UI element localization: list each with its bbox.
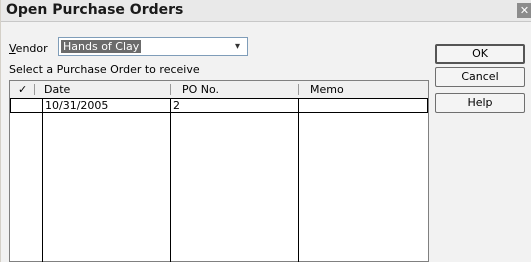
instruction-label: Select a Purchase Order to receive: [9, 63, 200, 76]
vendor-dropdown[interactable]: Hands of Clay ▾: [58, 37, 248, 56]
column-grid-line: [42, 98, 43, 262]
column-divider: [298, 84, 299, 95]
column-divider: [34, 84, 35, 95]
column-divider: [170, 84, 171, 95]
memo-column-header[interactable]: Memo: [310, 81, 344, 98]
column-grid-line: [298, 98, 299, 262]
po-number-column-header[interactable]: PO No.: [182, 81, 219, 98]
window-title: Open Purchase Orders: [6, 2, 184, 18]
close-icon[interactable]: ✕: [517, 3, 531, 18]
purchase-order-table: ✓ Date PO No. Memo 10/31/2005 2: [9, 80, 429, 262]
vendor-selected-value[interactable]: Hands of Clay: [61, 40, 142, 53]
table-row[interactable]: 10/31/2005 2: [10, 98, 428, 113]
row-date-cell: 10/31/2005: [45, 99, 109, 112]
ok-button[interactable]: OK: [435, 44, 525, 64]
row-po-number-cell: 2: [173, 99, 180, 112]
vendor-label-accel: V: [9, 42, 16, 55]
chevron-down-icon[interactable]: ▾: [230, 39, 245, 54]
vendor-label: Vendor: [9, 42, 48, 55]
check-column-header-icon[interactable]: ✓: [18, 81, 27, 98]
table-header: ✓ Date PO No. Memo: [10, 81, 428, 99]
vendor-label-rest: endor: [15, 42, 48, 55]
help-button[interactable]: Help: [435, 93, 525, 113]
open-purchase-orders-dialog: Open Purchase Orders ✕ Vendor Hands of C…: [0, 0, 531, 262]
column-grid-line: [170, 98, 171, 262]
date-column-header[interactable]: Date: [44, 81, 70, 98]
title-bar: Open Purchase Orders ✕: [1, 0, 531, 22]
cancel-button[interactable]: Cancel: [435, 67, 525, 87]
